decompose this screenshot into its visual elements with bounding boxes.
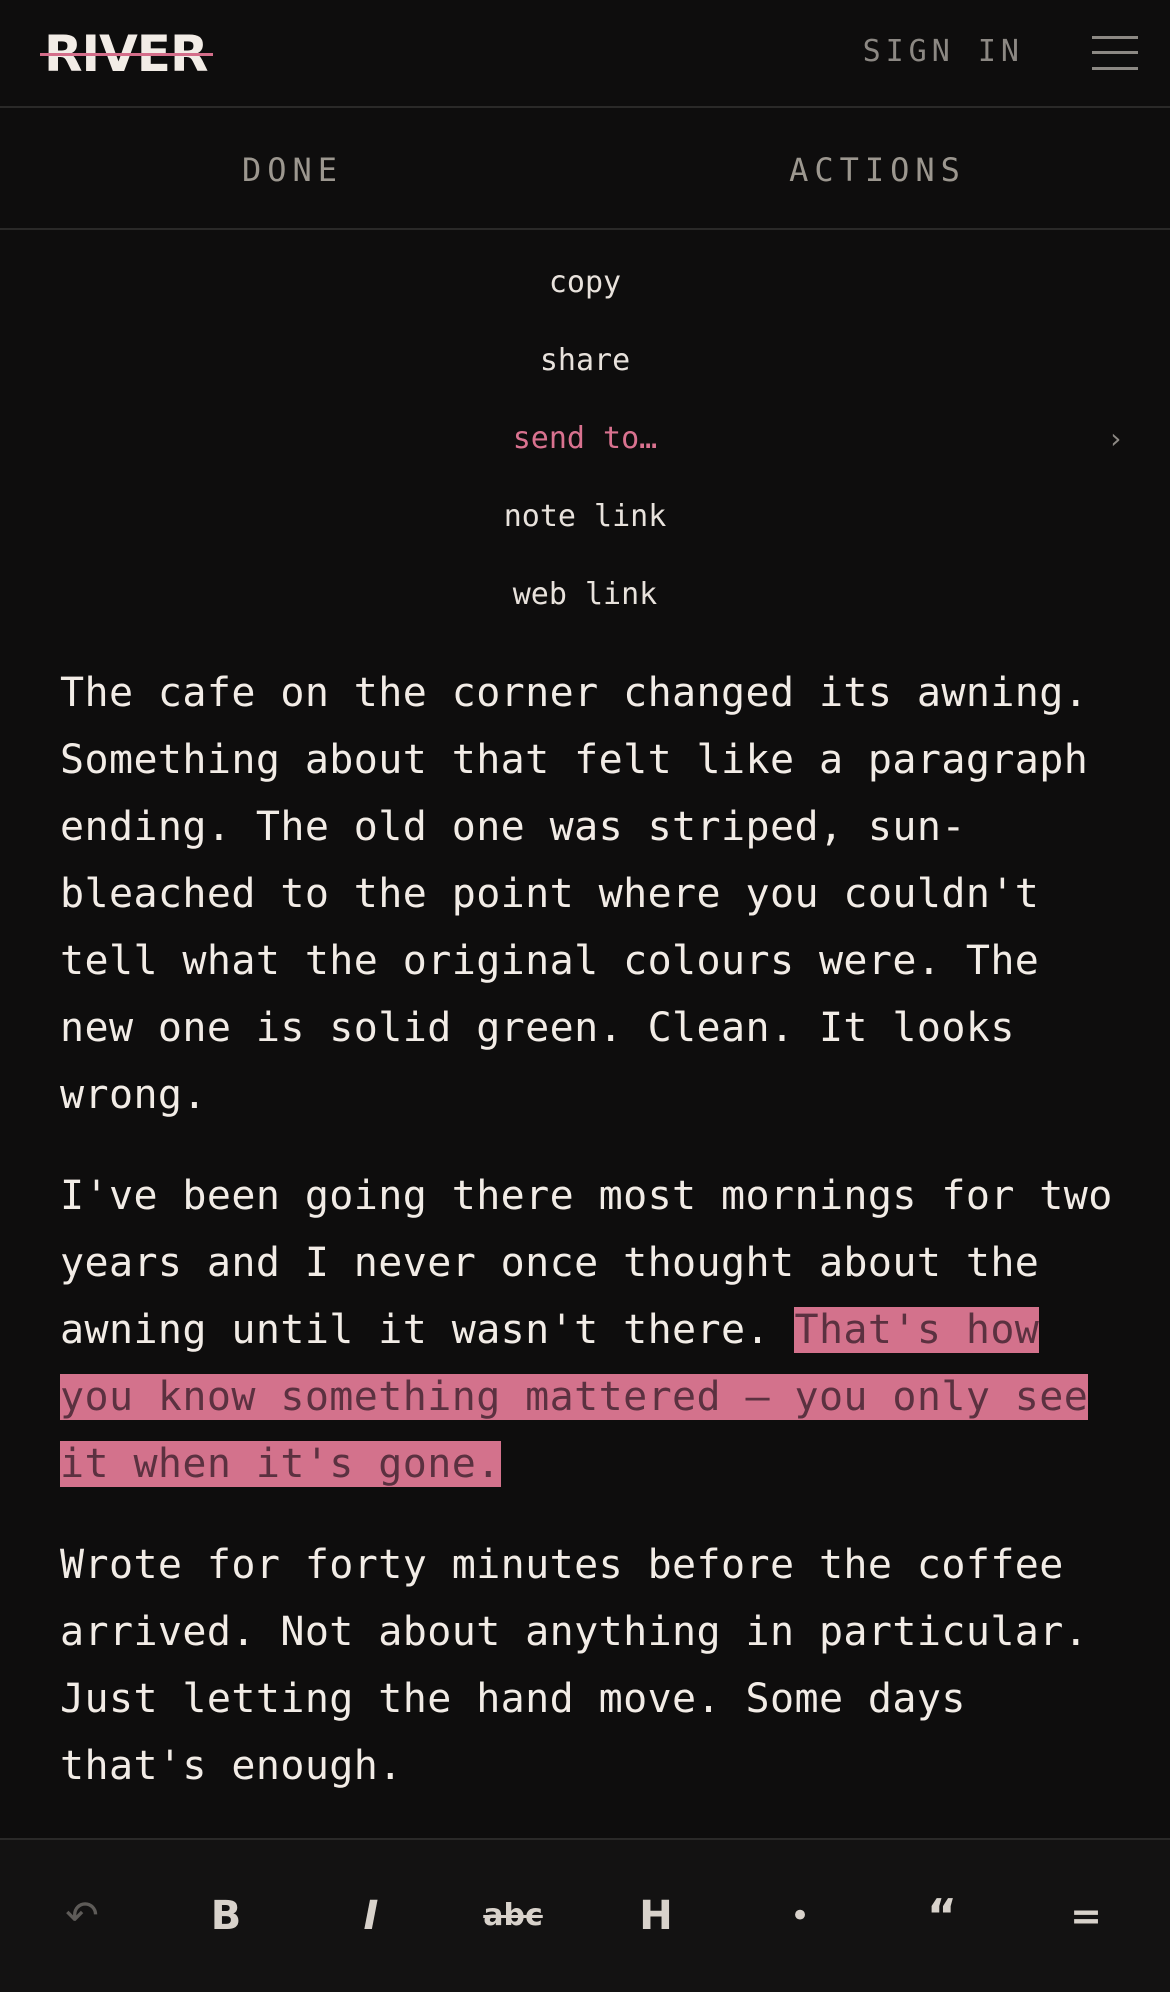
divider-button[interactable]: =: [1046, 1840, 1126, 1992]
tab-done[interactable]: DONE: [0, 108, 585, 228]
menu-item-send-to[interactable]: send to… ›: [0, 400, 1170, 478]
menu-item-note-link[interactable]: note link: [0, 478, 1170, 556]
menu-item-label: web link: [512, 577, 658, 612]
logo-strike-line: [40, 53, 214, 56]
format-toolbar: ↶ B I abc H • “ =: [0, 1838, 1170, 1992]
editor-tabs: DONE ACTIONS: [0, 108, 1170, 230]
italic-button[interactable]: I: [331, 1840, 411, 1992]
bullet-list-button[interactable]: •: [760, 1840, 840, 1992]
sign-in-link[interactable]: SIGN IN: [863, 34, 1024, 69]
top-bar: RIVER SIGN IN: [0, 0, 1170, 108]
menu-item-label: share: [539, 343, 631, 378]
heading-button[interactable]: H: [616, 1840, 696, 1992]
menu-item-copy[interactable]: copy: [0, 244, 1170, 322]
note-editor[interactable]: The cafe on the corner changed its awnin…: [60, 660, 1120, 1834]
river-logo[interactable]: RIVER: [40, 26, 214, 82]
menu-item-share[interactable]: share: [0, 322, 1170, 400]
menu-item-label: copy: [548, 265, 622, 300]
paragraph[interactable]: The cafe on the corner changed its awnin…: [60, 660, 1120, 1129]
strikethrough-button[interactable]: abc: [473, 1840, 553, 1992]
paragraph[interactable]: Wrote for forty minutes before the coffe…: [60, 1532, 1120, 1800]
quote-button[interactable]: “: [902, 1840, 982, 1992]
chevron-right-icon: ›: [1107, 422, 1124, 455]
paragraph[interactable]: I've been going there most mornings for …: [60, 1163, 1120, 1498]
undo-icon[interactable]: ↶: [42, 1840, 122, 1992]
menu-item-label: note link: [503, 499, 667, 534]
menu-item-label: send to…: [512, 421, 658, 456]
tab-actions[interactable]: ACTIONS: [585, 108, 1170, 228]
bold-button[interactable]: B: [186, 1840, 266, 1992]
menu-item-web-link[interactable]: web link: [0, 556, 1170, 634]
hamburger-menu-icon[interactable]: [1092, 36, 1138, 70]
